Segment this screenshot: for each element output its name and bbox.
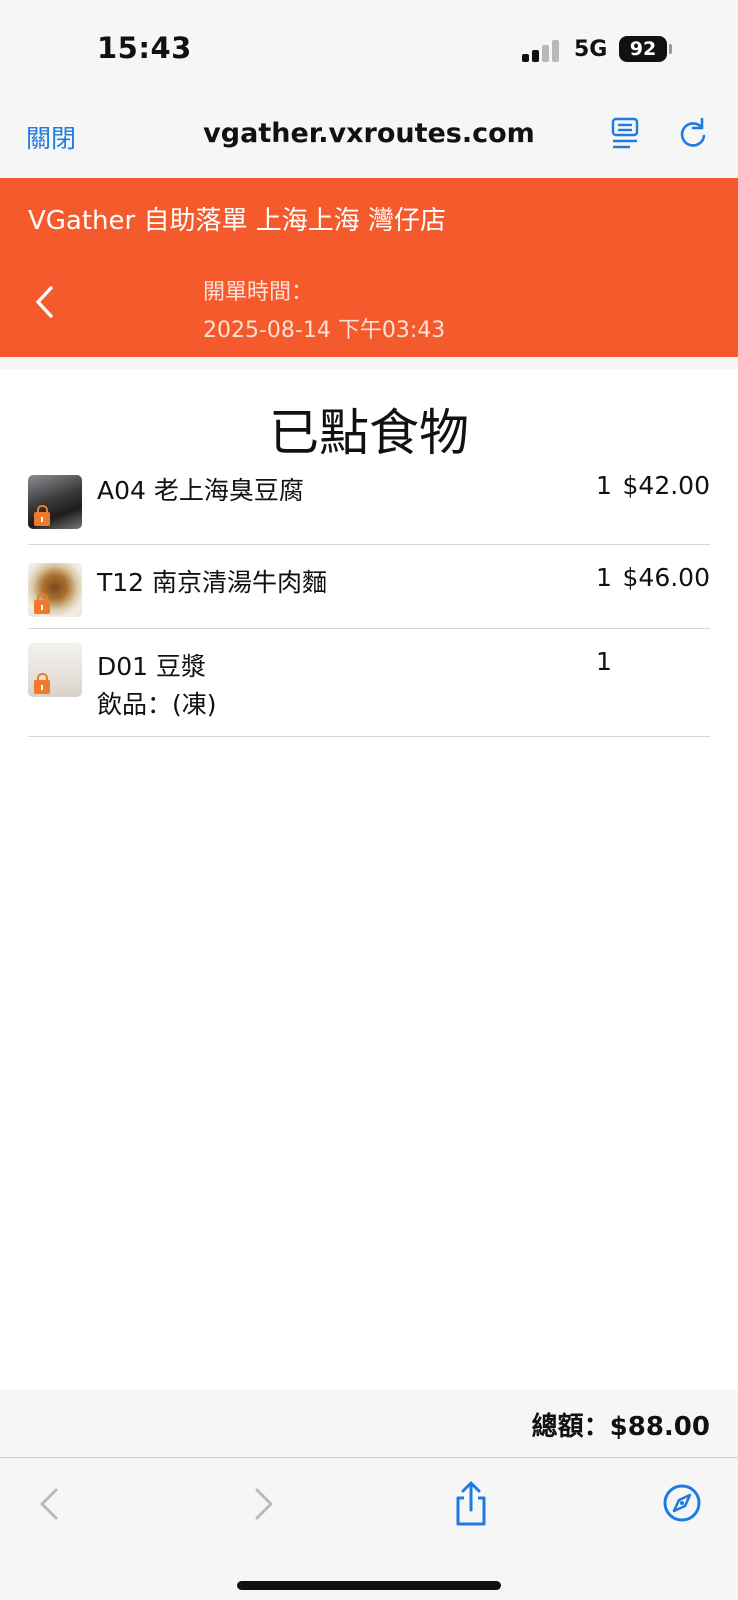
network-type: 5G: [574, 37, 608, 62]
shop-header: VGather 自助落單 上海上海 灣仔店 開單時間： 2025-08-14 下…: [0, 178, 738, 357]
item-option: 飲品：(凍): [97, 690, 217, 719]
item-quantity: 1: [596, 647, 612, 676]
item-name: A04 老上海臭豆腐: [97, 476, 304, 505]
battery-tip: [669, 44, 672, 54]
beef-noodle-photo: [28, 563, 82, 617]
open-time-label: 開單時間：: [203, 280, 314, 305]
stinky-tofu-photo: [28, 475, 82, 529]
total-bar: 總額：$88.00: [0, 1390, 738, 1458]
home-indicator: [237, 1581, 501, 1590]
order-total: 總額：$88.00: [531, 1412, 710, 1442]
lock-icon: [34, 593, 50, 614]
status-time: 15:43: [97, 31, 192, 65]
reload-icon[interactable]: [677, 116, 709, 150]
section-title: 已點食物: [269, 404, 469, 462]
status-bar: 15:43 5G 92: [0, 0, 738, 98]
browser-top-bar: 關閉 vgather.vxroutes.com: [0, 98, 738, 178]
list-item: D01 豆漿 飲品：(凍) 1: [28, 629, 710, 737]
browser-bottom-toolbar: [0, 1458, 738, 1600]
item-name: D01 豆漿: [97, 652, 207, 681]
item-quantity: 1: [596, 563, 612, 592]
close-button[interactable]: 關閉: [26, 119, 76, 155]
ordered-items-panel: 已點食物 A04 老上海臭豆腐 1 $42.00 T12 南京清湯牛肉麵 1 $…: [0, 369, 738, 1390]
forward-arrow-icon[interactable]: [243, 1484, 283, 1524]
item-name: T12 南京清湯牛肉麵: [97, 568, 328, 597]
back-chevron-icon[interactable]: [30, 282, 60, 322]
share-icon[interactable]: [450, 1480, 492, 1528]
battery-icon: 92: [619, 36, 667, 62]
item-price: $42.00: [622, 471, 710, 500]
reader-view-icon[interactable]: [610, 116, 640, 150]
compass-icon[interactable]: [661, 1482, 703, 1524]
back-arrow-icon[interactable]: [30, 1484, 70, 1524]
list-item: A04 老上海臭豆腐 1 $42.00: [28, 461, 710, 545]
list-item: T12 南京清湯牛肉麵 1 $46.00: [28, 545, 710, 629]
item-quantity: 1: [596, 471, 612, 500]
url-display[interactable]: vgather.vxroutes.com: [170, 118, 568, 149]
lock-icon: [34, 673, 50, 694]
item-price: $46.00: [622, 563, 710, 592]
lock-icon: [34, 505, 50, 526]
soy-milk-photo: [28, 643, 82, 697]
shop-name: VGather 自助落單 上海上海 灣仔店: [28, 206, 447, 236]
screen: 15:43 5G 92 關閉 vgather.vxroutes.com VGat…: [0, 0, 738, 1600]
open-time-value: 2025-08-14 下午03:43: [203, 318, 446, 343]
cellular-signal-icon: [522, 40, 562, 62]
